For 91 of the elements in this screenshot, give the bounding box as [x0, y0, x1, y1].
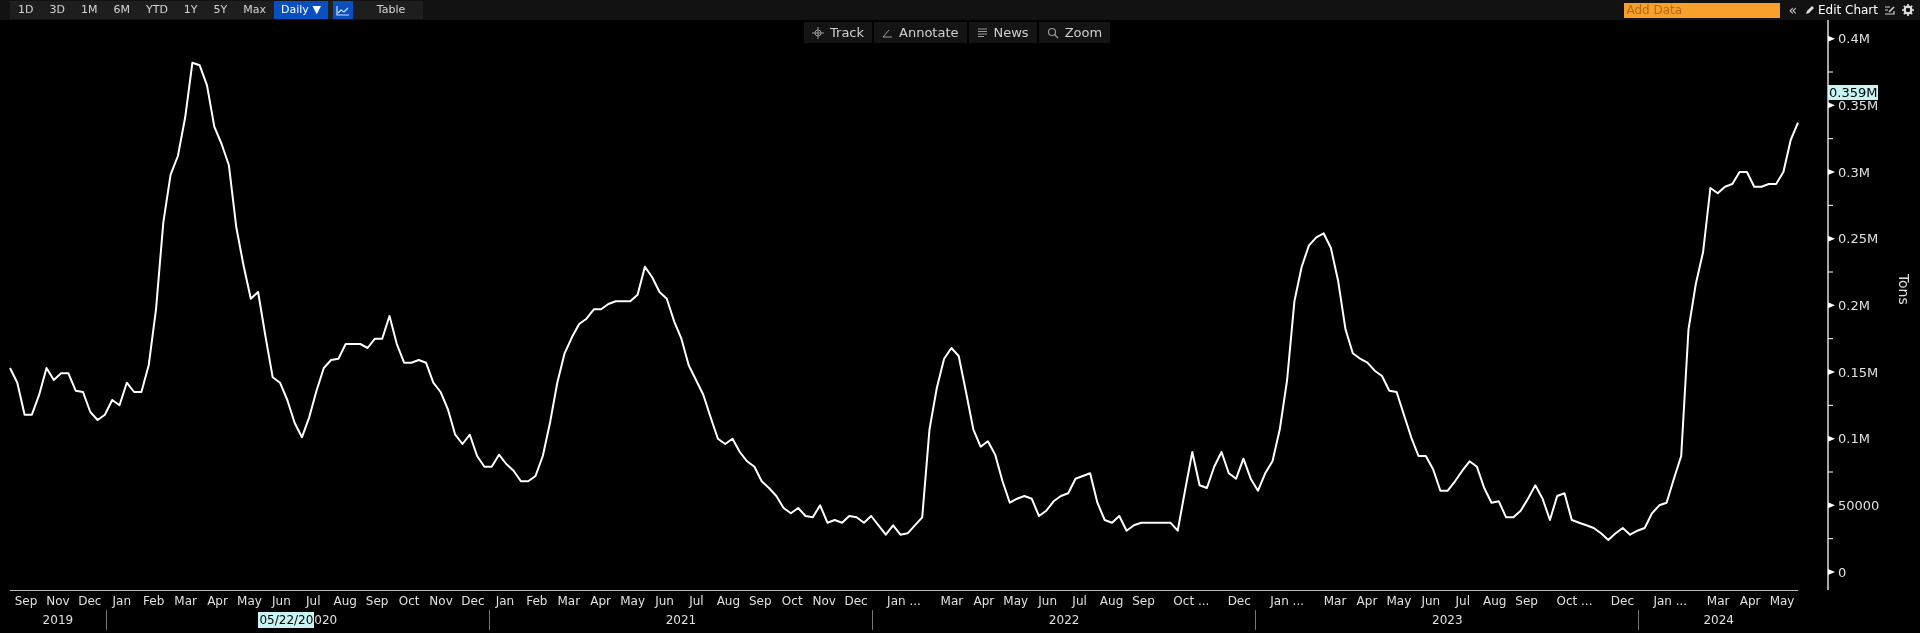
month-label: Nov — [45, 593, 71, 610]
month-label: Jul — [1454, 593, 1471, 610]
y-tick-label: 0.3M — [1838, 164, 1870, 180]
month-label: Sep — [13, 593, 39, 610]
month-label: Jul — [1070, 593, 1088, 610]
year-label: 020 — [314, 612, 338, 628]
month-label: Sep — [1131, 593, 1156, 610]
month-label: May — [619, 593, 646, 610]
month-label: May — [1385, 593, 1413, 610]
y-tick-label: 0 — [1838, 564, 1847, 580]
month-label: Dec — [1226, 593, 1252, 610]
year-label: 2024 — [1703, 612, 1734, 628]
month-label: Sep — [364, 593, 390, 610]
y-tick-label: 0.2M — [1838, 297, 1870, 313]
year-label: 2022 — [1048, 612, 1080, 628]
month-label: Nov — [428, 593, 454, 610]
chart-tool-button[interactable]: Track — [804, 22, 873, 43]
month-label: May — [1768, 593, 1796, 610]
range-tab[interactable]: 3D — [41, 1, 73, 19]
month-label: Jan ... — [885, 593, 922, 610]
last-value-label: 0.359M — [1828, 85, 1879, 101]
month-label: Aug — [1481, 593, 1508, 610]
month-label: Aug — [332, 593, 358, 610]
month-label: Apr — [1355, 593, 1379, 610]
month-label: Oct — [780, 593, 804, 610]
line-chart-view-button[interactable] — [332, 1, 353, 19]
month-label: Jul — [687, 593, 705, 610]
y-tick-label: 50000 — [1838, 497, 1880, 513]
crosshair-icon — [812, 26, 824, 39]
collapse-button[interactable]: « — [1786, 3, 1799, 17]
month-label: Mar — [173, 593, 198, 610]
range-tab[interactable]: 6M — [105, 1, 138, 19]
search-icon — [1046, 26, 1059, 39]
range-tab[interactable]: YTD — [137, 1, 176, 19]
chart-tool-button[interactable]: Zoom — [1038, 22, 1111, 43]
month-label: Nov — [811, 593, 837, 610]
month-label: Apr — [206, 593, 229, 610]
month-label: Mar — [1705, 593, 1731, 610]
month-label: Aug — [715, 593, 742, 610]
y-tick-label: 0.4M — [1838, 31, 1870, 47]
month-label: Jul — [304, 593, 322, 610]
month-label: Jan ... — [1268, 593, 1305, 610]
month-label: Oct ... — [1555, 593, 1594, 610]
month-label: Feb — [525, 593, 549, 610]
month-label: Apr — [972, 593, 996, 610]
month-label: Aug — [1098, 593, 1125, 610]
edit-icon[interactable] — [1884, 4, 1896, 16]
month-label: Jun — [1036, 593, 1059, 610]
range-tab[interactable]: Max — [235, 1, 275, 19]
month-label: Mar — [556, 593, 582, 610]
month-label: Dec — [843, 593, 869, 610]
month-label: Dec — [1609, 593, 1635, 610]
month-label: Jan — [111, 593, 132, 610]
y-tick-label: 0.15M — [1838, 364, 1879, 380]
range-tab[interactable]: 1Y — [175, 1, 206, 19]
month-label: Oct ... — [1172, 593, 1211, 610]
cursor-date-label: 05/22/20 — [258, 612, 315, 628]
month-label: Sep — [748, 593, 773, 610]
year-label: 2019 — [42, 612, 74, 628]
month-label: Apr — [1738, 593, 1762, 610]
chart-tool-button[interactable]: Annotate — [874, 22, 967, 43]
edit-chart-button[interactable]: Edit Chart — [1804, 1, 1878, 19]
month-label: Apr — [589, 593, 613, 610]
month-label: Feb — [142, 593, 166, 610]
month-label: Dec — [77, 593, 103, 610]
range-tab[interactable]: 1D — [10, 1, 42, 19]
month-label: Jan ... — [1652, 593, 1689, 610]
range-tab[interactable]: 1M — [72, 1, 106, 19]
chart-tool-button[interactable]: News — [968, 22, 1037, 43]
year-label: 2023 — [1432, 612, 1463, 628]
month-label: Jan — [494, 593, 516, 610]
month-label: Jun — [653, 593, 675, 610]
month-label: Dec — [460, 593, 486, 610]
settings-icon[interactable] — [1902, 4, 1914, 16]
month-label: Sep — [1514, 593, 1539, 610]
month-label: May — [236, 593, 263, 610]
table-view-tab[interactable]: Table — [358, 1, 424, 19]
add-data-field[interactable]: Add Data — [1624, 2, 1781, 18]
month-label: Jun — [270, 593, 292, 610]
month-label: Jun — [1420, 593, 1442, 610]
month-label: Mar — [939, 593, 965, 610]
month-label: Mar — [1322, 593, 1348, 610]
y-tick-label: 0.1M — [1838, 431, 1870, 447]
month-label: Oct — [397, 593, 421, 610]
year-label: 2021 — [665, 612, 697, 628]
range-tab[interactable]: 5Y — [205, 1, 236, 19]
news-icon — [976, 27, 988, 38]
y-axis-title: Tons — [1896, 273, 1912, 305]
interval-dropdown[interactable]: Daily ▼ — [274, 1, 328, 19]
month-label: May — [1002, 593, 1030, 610]
y-tick-label: 0.25M — [1838, 231, 1879, 247]
